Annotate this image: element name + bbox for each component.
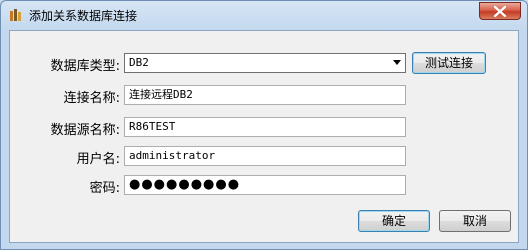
password-input[interactable]: ●●●●●●●●● [124,175,406,195]
window-title: 添加关系数据库连接 [29,9,138,23]
password-label: 密码: [89,181,120,196]
datasource-input[interactable]: R86TEST [124,117,406,137]
username-input[interactable]: administrator [124,146,406,166]
db-type-select[interactable]: DB2 [124,53,406,73]
app-icon [9,8,23,22]
connection-name-input[interactable]: 连接远程DB2 [124,85,406,105]
ok-button[interactable]: 确定 [358,210,430,232]
close-button[interactable] [479,2,521,20]
close-icon [494,6,506,17]
title-bar: 添加关系数据库连接 [1,1,527,29]
db-type-value: DB2 [129,56,149,69]
datasource-label: 数据源名称: [50,123,120,138]
cancel-button[interactable]: 取消 [439,210,511,232]
dialog-window: 添加关系数据库连接 数据库类型: DB2 测试连接 连接名称: 连接远程DB2 … [0,0,528,250]
connection-name-label: 连接名称: [63,91,120,106]
test-connection-button[interactable]: 测试连接 [412,52,486,74]
db-type-label: 数据库类型: [50,59,120,74]
username-label: 用户名: [76,152,120,167]
chevron-down-icon [393,60,401,65]
dialog-content: 数据库类型: DB2 测试连接 连接名称: 连接远程DB2 数据源名称: R86… [9,30,519,243]
